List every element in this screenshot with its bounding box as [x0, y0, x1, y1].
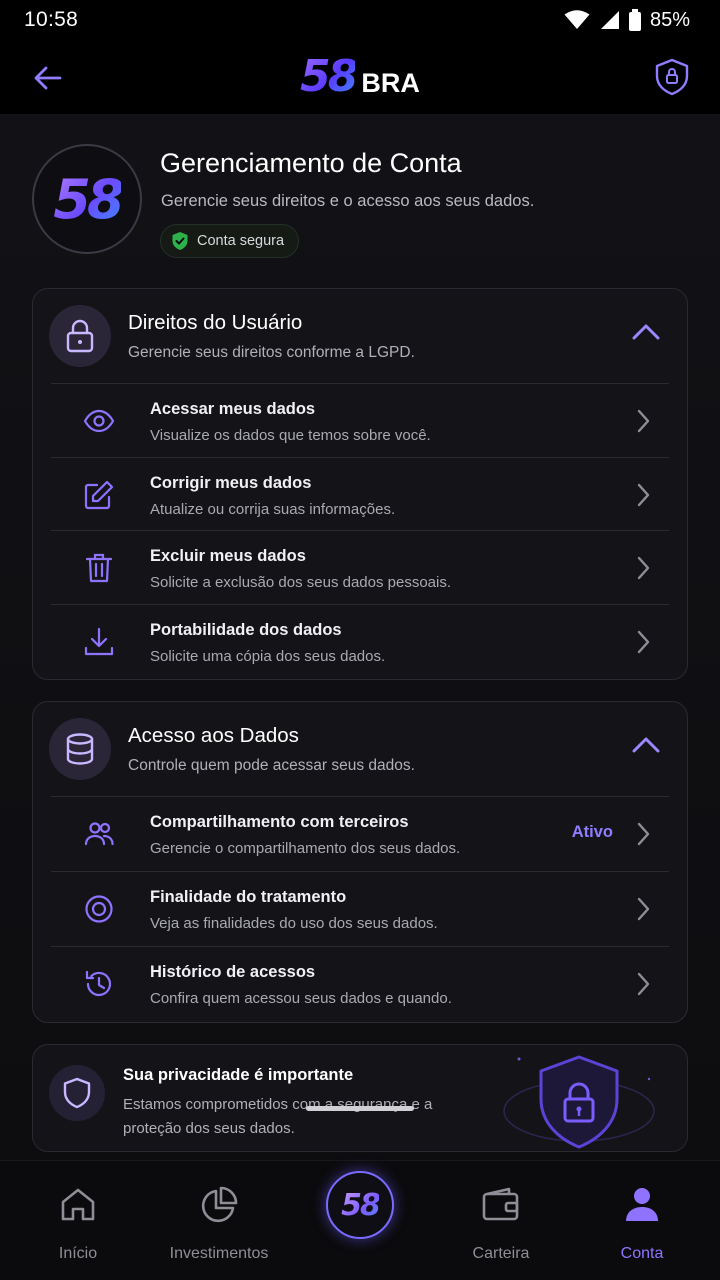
list-item-correct-data[interactable]: Corrigir meus dados Atualize ou corrija … — [51, 456, 669, 531]
back-arrow-icon[interactable] — [30, 60, 66, 96]
home-icon — [61, 1188, 95, 1221]
chevron-right-icon — [637, 822, 650, 846]
nav-item-account[interactable]: Conta — [582, 1185, 702, 1263]
edit-icon — [84, 480, 114, 509]
chevron-right-icon — [637, 897, 650, 921]
status-icons: 85% — [564, 9, 690, 32]
list-item-processing-purpose[interactable]: Finalidade do tratamento Veja as finalid… — [51, 871, 669, 946]
account-header: 58 Gerenciamento de Conta Gerencie seus … — [32, 144, 692, 264]
shield-lock-icon[interactable] — [654, 58, 690, 96]
brand-number: 58 — [300, 51, 358, 102]
main-content: 58 Gerenciamento de Conta Gerencie seus … — [0, 114, 720, 1160]
chevron-right-icon — [637, 972, 650, 996]
lock-icon — [49, 305, 111, 367]
status-label: Ativo — [571, 823, 613, 841]
user-rights-card: Direitos do Usuário Gerencie seus direit… — [32, 288, 688, 680]
section-title: Acesso aos Dados — [128, 724, 299, 747]
history-icon — [85, 970, 112, 997]
wallet-icon — [482, 1187, 519, 1221]
secure-account-badge: Conta segura — [160, 224, 300, 258]
section-title: Direitos do Usuário — [128, 311, 303, 334]
brand-text: BRA — [361, 68, 420, 98]
signal-icon — [600, 11, 619, 29]
wifi-icon — [564, 10, 590, 29]
chevron-right-icon — [637, 483, 650, 506]
user-rights-header[interactable]: Direitos do Usuário Gerencie seus direit… — [33, 289, 687, 383]
privacy-info-card: Sua privacidade é importante Estamos com… — [32, 1044, 688, 1152]
data-access-header[interactable]: Acesso aos Dados Controle quem pode aces… — [33, 702, 687, 796]
target-icon — [85, 895, 113, 923]
pie-chart-icon — [201, 1186, 238, 1223]
brand-logo: 58 BRA — [300, 55, 420, 99]
chevron-up-icon[interactable] — [631, 734, 661, 756]
page-subtitle: Gerencie seus direitos e o acesso aos se… — [161, 192, 535, 210]
nav-center-58-button[interactable]: 58 — [326, 1171, 394, 1239]
page-title: Gerenciamento de Conta — [160, 148, 462, 178]
chevron-right-icon — [637, 630, 650, 653]
trash-icon — [85, 553, 113, 583]
eye-icon — [83, 409, 115, 433]
chevron-up-icon[interactable] — [631, 321, 661, 343]
nav-item-investments[interactable]: Investimentos — [159, 1185, 279, 1263]
list-item-access-data[interactable]: Acessar meus dados Visualize os dados qu… — [51, 383, 669, 457]
bottom-navigation: Início Investimentos 58 Carteira Conta — [0, 1160, 720, 1280]
shield-lock-illustration-icon — [503, 1055, 655, 1149]
list-item-data-portability[interactable]: Portabilidade dos dados Solicite uma cóp… — [51, 603, 669, 678]
shield-check-icon — [172, 232, 188, 250]
list-item-access-history[interactable]: Histórico de acessos Confira quem acesso… — [51, 946, 669, 1021]
home-indicator[interactable] — [306, 1106, 414, 1111]
status-time: 10:58 — [24, 8, 79, 31]
section-subtitle: Controle quem pode acessar seus dados. — [128, 757, 415, 774]
download-icon — [84, 627, 114, 655]
battery-icon — [628, 9, 641, 31]
section-subtitle: Gerencie seus direitos conforme a LGPD. — [128, 344, 415, 361]
chevron-right-icon — [637, 556, 650, 580]
badge-label: Conta segura — [197, 233, 285, 249]
account-logo: 58 — [32, 144, 142, 254]
status-bar: 10:58 85% — [0, 0, 720, 40]
database-icon — [49, 718, 111, 780]
shield-icon — [49, 1065, 105, 1121]
app-bar: 58 BRA — [0, 40, 720, 114]
privacy-text: Estamos comprometidos com a segurança e … — [123, 1096, 433, 1137]
chevron-right-icon — [637, 409, 650, 433]
privacy-title: Sua privacidade é importante — [123, 1066, 354, 1084]
data-access-card: Acesso aos Dados Controle quem pode aces… — [32, 701, 688, 1023]
battery-percent: 85% — [649, 8, 690, 31]
nav-item-home[interactable]: Início — [18, 1185, 138, 1263]
list-item-delete-data[interactable]: Excluir meus dados Solicite a exclusão d… — [51, 530, 669, 604]
list-item-third-party-sharing[interactable]: Compartilhamento com terceiros Gerencie … — [51, 796, 669, 871]
nav-item-wallet[interactable]: Carteira — [441, 1185, 561, 1263]
users-icon — [84, 822, 114, 846]
user-icon — [626, 1188, 658, 1221]
